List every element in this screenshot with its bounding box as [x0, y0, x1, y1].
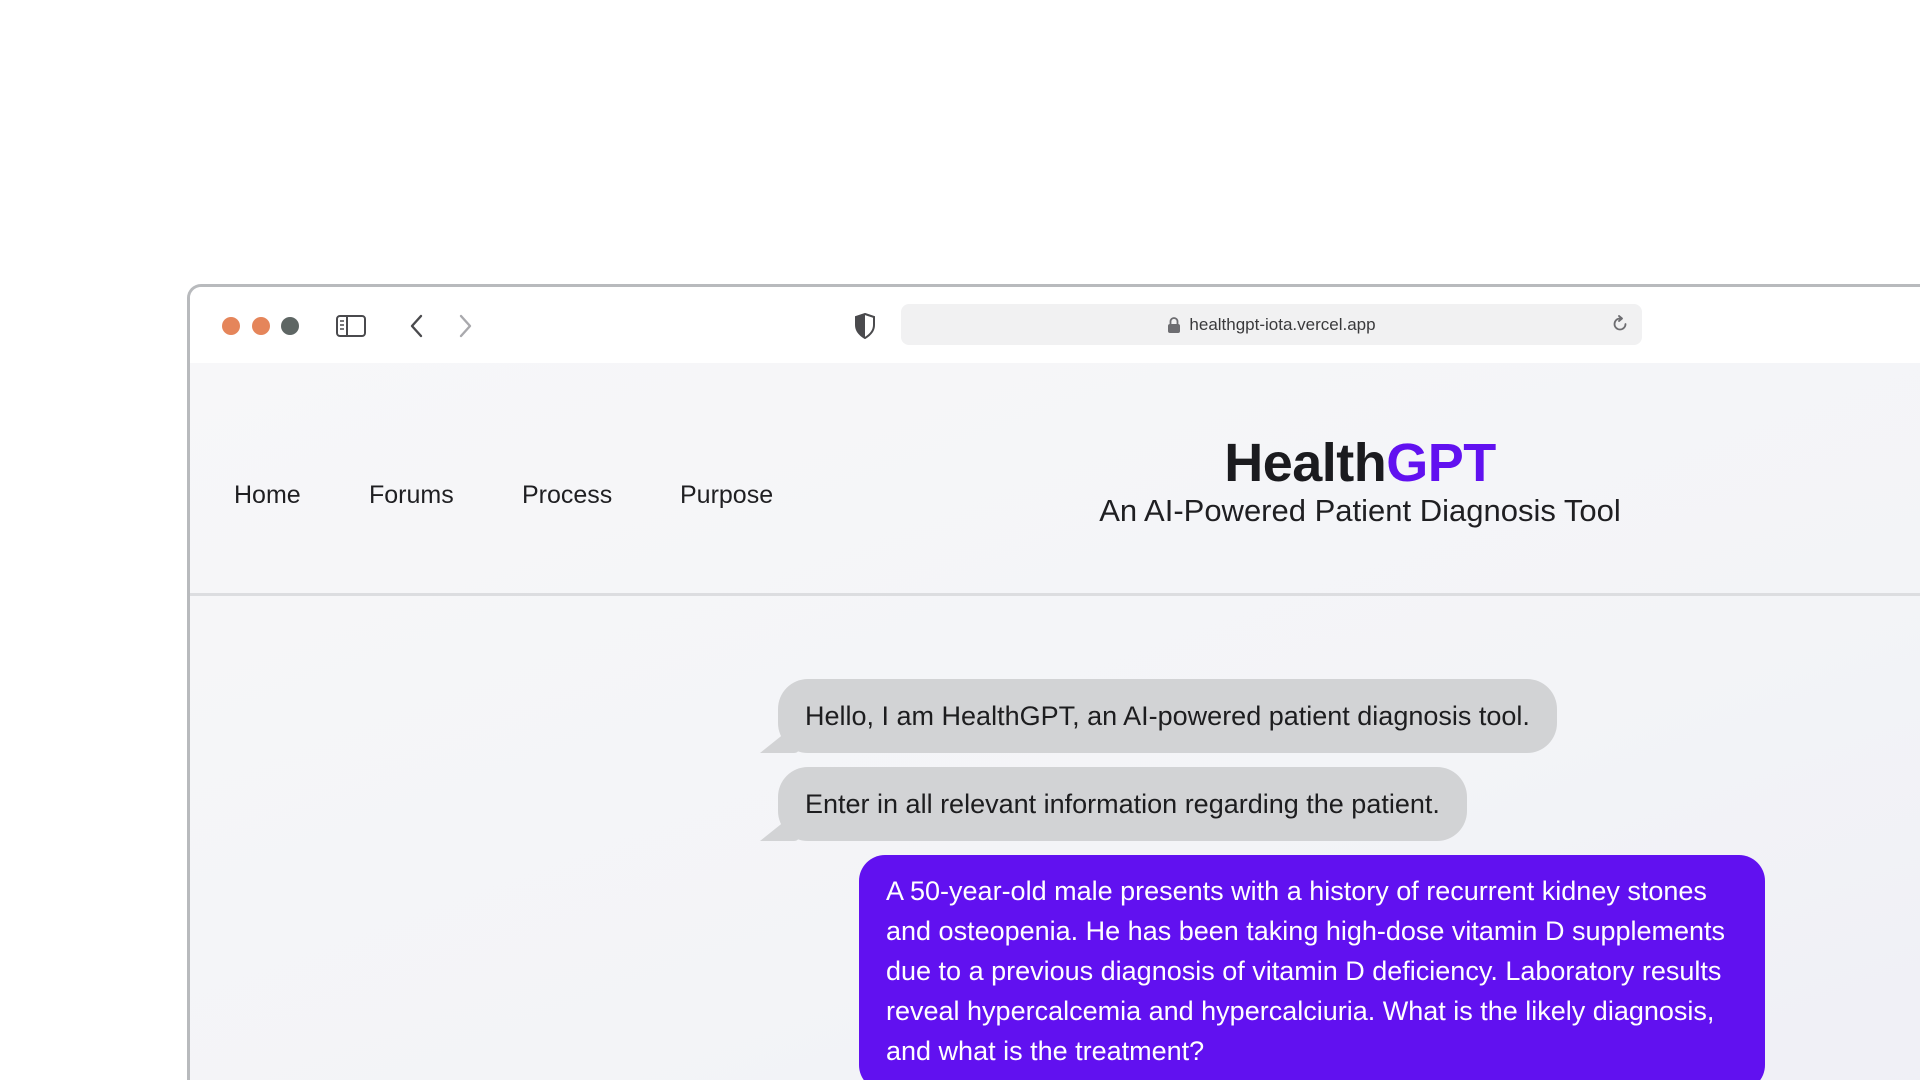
zoom-window-button[interactable] — [281, 317, 299, 335]
reload-icon[interactable] — [1608, 312, 1632, 336]
nav-item-process[interactable]: Process — [522, 481, 612, 510]
message-text: A 50-year-old male presents with a histo… — [886, 876, 1726, 1066]
message-text: Hello, I am HealthGPT, an AI-powered pat… — [805, 701, 1530, 731]
browser-toolbar: healthgpt-iota.vercel.app — [190, 287, 1920, 363]
url-text: healthgpt-iota.vercel.app — [1189, 314, 1376, 334]
nav-item-home[interactable]: Home — [234, 481, 301, 510]
address-bar[interactable]: healthgpt-iota.vercel.app — [901, 304, 1642, 345]
bot-message: Hello, I am HealthGPT, an AI-powered pat… — [760, 679, 1557, 753]
bot-message: Enter in all relevant information regard… — [760, 767, 1467, 841]
header-divider — [190, 593, 1920, 596]
chevron-left-icon[interactable] — [402, 309, 432, 343]
chevron-right-icon[interactable] — [450, 309, 480, 343]
screenshot-stage: healthgpt-iota.vercel.app Home Forums Pr… — [0, 0, 1920, 1080]
lock-icon — [1167, 316, 1181, 334]
page-content: Home Forums Process Purpose HealthGPT An… — [190, 363, 1920, 1080]
nav-item-purpose[interactable]: Purpose — [680, 481, 773, 510]
title-gpt: GPT — [1386, 433, 1496, 493]
sidebar-icon[interactable] — [334, 309, 368, 343]
nav-item-forums[interactable]: Forums — [369, 481, 454, 510]
minimize-window-button[interactable] — [252, 317, 270, 335]
bubble-tail — [760, 809, 800, 841]
address-bar-content: healthgpt-iota.vercel.app — [901, 304, 1642, 345]
browser-window: healthgpt-iota.vercel.app Home Forums Pr… — [187, 284, 1920, 1080]
bubble-tail — [760, 721, 800, 753]
page-subtitle: An AI-Powered Patient Diagnosis Tool — [1099, 493, 1621, 528]
title-health: Health — [1224, 433, 1387, 493]
message-text: Enter in all relevant information regard… — [805, 789, 1440, 819]
page-title: HealthGPT — [1010, 431, 1710, 495]
user-message: A 50-year-old male presents with a histo… — [859, 855, 1765, 1080]
brand-header: HealthGPT An AI-Powered Patient Diagnosi… — [1010, 431, 1710, 531]
close-window-button[interactable] — [222, 317, 240, 335]
shield-icon[interactable] — [850, 309, 880, 343]
